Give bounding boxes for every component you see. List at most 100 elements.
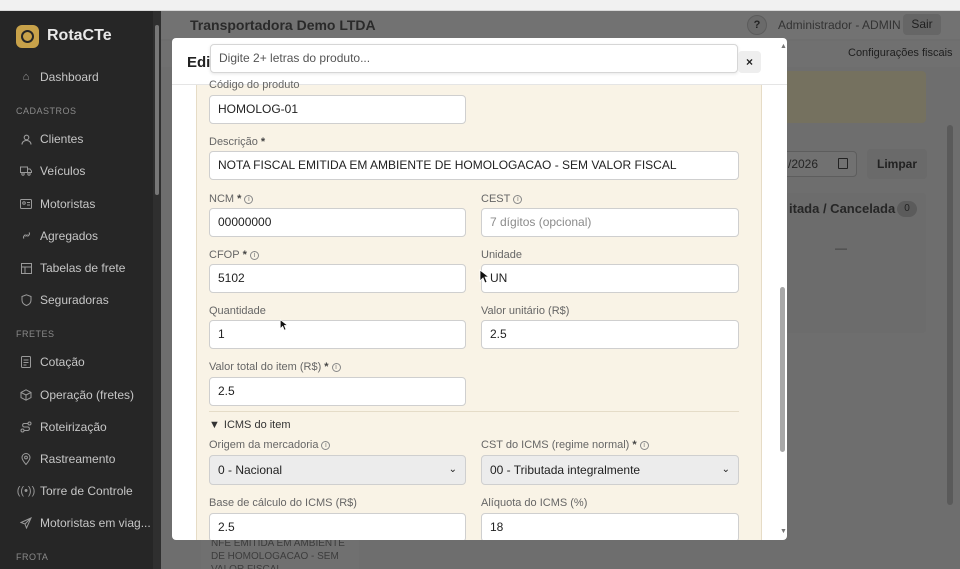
cest-placeholder: 7 dígitos (opcional)	[490, 215, 592, 229]
valor-unitario-input[interactable]: 2.5	[481, 320, 739, 349]
sidebar-item-label: Seguradoras	[40, 293, 109, 308]
sidebar-item-label: Operação (fretes)	[40, 387, 135, 402]
company-name: Transportadora Demo LTDA	[190, 17, 376, 33]
unidade-input[interactable]: UN	[481, 264, 739, 293]
sidebar-item-motoristas[interactable]: Motoristas	[0, 188, 161, 220]
sidebar: RotaCTe ⌂ Dashboard CADASTROS Clientes V…	[0, 11, 161, 569]
sidebar-item-torre-de-controle[interactable]: ((•)) Torre de Controle	[0, 475, 161, 507]
base-calculo-label: Base de cálculo do ICMS (R$)	[209, 497, 357, 509]
main-scrollbar-thumb[interactable]	[947, 125, 953, 505]
icms-section-toggle[interactable]: ▼ ICMS do item	[209, 419, 291, 431]
required-mark: *	[242, 249, 247, 261]
cest-input[interactable]: 7 dígitos (opcional)	[481, 208, 739, 237]
send-icon	[20, 517, 32, 530]
logout-button[interactable]: Sair	[903, 14, 941, 35]
info-icon[interactable]: i	[639, 440, 649, 450]
sidebar-item-agregados[interactable]: Agregados	[0, 220, 161, 252]
sidebar-item-label: Cotação	[40, 355, 85, 370]
info-icon[interactable]: i	[249, 250, 259, 260]
valor-unitario-label-text: Valor unitário (R$)	[481, 305, 570, 317]
sidebar-item-dashboard[interactable]: ⌂ Dashboard	[0, 61, 161, 93]
link-icon	[20, 230, 32, 242]
product-search-input[interactable]: Digite 2+ letras do produto...	[210, 44, 738, 73]
tab-configuracoes-fiscais[interactable]: Configurações fiscais	[848, 47, 953, 59]
valor-total-label: Valor total do item (R$) * i	[209, 361, 341, 373]
sidebar-item-seguradoras[interactable]: Seguradoras	[0, 284, 161, 316]
scroll-down-arrow-icon[interactable]: ▼	[780, 528, 787, 535]
help-button[interactable]: ?	[747, 15, 767, 35]
pin-icon	[20, 452, 32, 465]
cest-label-text: CEST	[481, 193, 511, 205]
info-icon[interactable]: i	[244, 194, 254, 204]
required-mark: *	[632, 439, 637, 451]
clear-filters-button[interactable]: Limpar	[867, 149, 927, 179]
ncm-input[interactable]: 00000000	[209, 208, 466, 237]
box-icon	[20, 388, 32, 401]
valor-total-input[interactable]: 2.5	[209, 377, 466, 406]
scroll-up-arrow-icon[interactable]: ▲	[780, 43, 787, 50]
mouse-cursor-icon	[479, 269, 489, 284]
cfop-label: CFOP * i	[209, 249, 259, 261]
chevron-down-icon: ⌄	[721, 464, 730, 475]
valor-unitario-label: Valor unitário (R$)	[481, 305, 569, 317]
sidebar-section-title: CADASTROS	[16, 106, 77, 117]
kanban-empty-dash: —	[835, 241, 847, 255]
aliquota-input[interactable]: 18	[481, 513, 739, 540]
sidebar-item-roteirizacao[interactable]: Roteirização	[0, 411, 161, 443]
valor-unitario-value: 2.5	[490, 327, 507, 341]
aliquota-label: Alíquota do ICMS (%)	[481, 497, 587, 509]
sidebar-item-rastreamento[interactable]: Rastreamento	[0, 443, 161, 475]
cst-select[interactable]: 00 - Tributada integralmente ⌄	[481, 455, 739, 485]
origem-select[interactable]: 0 - Nacional ⌄	[209, 455, 466, 485]
icms-section-title: ICMS do item	[223, 419, 291, 431]
base-calculo-input[interactable]: 2.5	[209, 513, 466, 540]
table-icon	[20, 262, 32, 274]
modal-scrollbar[interactable]: ▲ ▼	[778, 43, 787, 540]
sidebar-item-tabelas-de-frete[interactable]: Tabelas de frete	[0, 252, 161, 284]
sidebar-item-label: Rastreamento	[40, 451, 116, 466]
quantidade-label-text: Quantidade	[209, 305, 266, 317]
codigo-label: Código do produto	[209, 79, 300, 91]
origem-label-text: Origem da mercadoria	[209, 439, 319, 451]
sidebar-item-cotacao[interactable]: Cotação	[0, 346, 161, 378]
close-button[interactable]: ×	[738, 51, 761, 73]
sidebar-scrollbar[interactable]	[153, 11, 161, 569]
origem-value: 0 - Nacional	[218, 463, 283, 477]
descricao-label-text: Descrição	[209, 136, 258, 148]
sidebar-item-clientes[interactable]: Clientes	[0, 123, 161, 155]
section-divider	[209, 411, 739, 412]
base-calculo-value: 2.5	[218, 520, 235, 534]
quantidade-input[interactable]: 1	[209, 320, 466, 349]
kanban-column-title: itada / Cancelada	[789, 201, 896, 216]
codigo-input[interactable]: HOMOLOG-01	[209, 95, 466, 124]
cest-label: CEST i	[481, 193, 523, 205]
cfop-label-text: CFOP	[209, 249, 240, 261]
codigo-value: HOMOLOG-01	[218, 102, 299, 116]
unidade-label-text: Unidade	[481, 249, 522, 261]
sidebar-item-motoristas-em-viagem[interactable]: Motoristas em viag...	[0, 507, 161, 539]
sidebar-scrollbar-thumb[interactable]	[155, 25, 159, 195]
quantidade-label: Quantidade	[209, 305, 266, 317]
sidebar-item-label: Dashboard	[40, 70, 99, 85]
info-icon[interactable]: i	[321, 440, 331, 450]
required-mark: *	[260, 136, 266, 148]
main-scrollbar[interactable]	[947, 111, 953, 551]
sidebar-item-label: Roteirização	[40, 419, 107, 434]
quantidade-value: 1	[218, 327, 225, 341]
aliquota-value: 18	[490, 520, 504, 534]
modal-scrollbar-thumb[interactable]	[780, 287, 785, 452]
brand[interactable]: RotaCTe	[0, 11, 161, 61]
sidebar-item-operacao[interactable]: Operação (fretes)	[0, 379, 161, 411]
cfop-input[interactable]: 5102	[209, 264, 466, 293]
base-calculo-label-text: Base de cálculo do ICMS (R$)	[209, 497, 357, 509]
caret-down-icon: ▼	[209, 419, 220, 431]
route-icon	[20, 421, 32, 433]
unidade-value: UN	[490, 271, 508, 285]
sidebar-item-veiculos[interactable]: Veículos	[0, 155, 161, 187]
descricao-input[interactable]: NOTA FISCAL EMITIDA EM AMBIENTE DE HOMOL…	[209, 151, 739, 180]
calendar-icon[interactable]	[838, 158, 848, 169]
user-icon	[20, 133, 32, 145]
info-icon[interactable]: i	[513, 194, 523, 204]
kanban-card-text: NFE EMITIDA EM AMBIENTE DE HOMOLOGACAO -…	[211, 538, 345, 569]
info-icon[interactable]: i	[331, 362, 341, 372]
